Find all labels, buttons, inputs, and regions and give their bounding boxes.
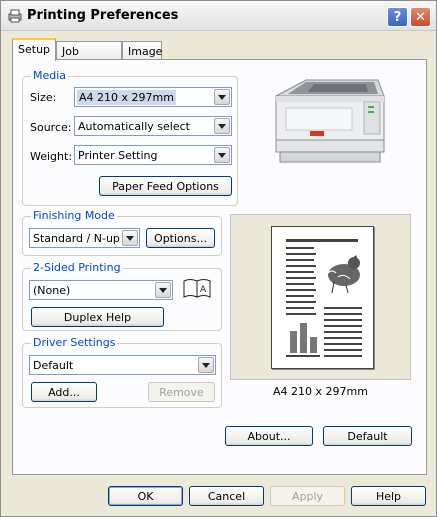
driver-settings-select[interactable]: Default [29,355,216,375]
printer-icon [8,9,22,23]
two-sided-select[interactable]: (None) [29,280,173,300]
chevron-down-icon[interactable] [214,147,230,163]
default-settings-button[interactable]: Default [323,426,412,446]
chevron-down-icon[interactable] [122,230,138,246]
size-select[interactable]: A4 210 x 297mm [74,87,232,107]
window-title: Printing Preferences [27,8,179,23]
preview-paper [271,226,374,369]
svg-text:A: A [200,285,207,295]
weight-select[interactable]: Printer Setting [74,145,232,165]
quail-illustration [327,255,360,294]
two-sided-value: (None) [33,284,71,297]
tab-image[interactable]: Image [122,41,162,61]
paper-feed-options-button[interactable]: Paper Feed Options [99,176,232,196]
apply-button[interactable]: Apply [270,486,345,506]
duplex-book-icon: A [183,279,211,298]
size-label: Size: [30,91,57,104]
duplex-help-button[interactable]: Duplex Help [31,307,164,327]
add-driver-setting-button[interactable]: Add... [31,382,97,402]
driver-settings-value: Default [33,359,74,372]
finishing-mode-label: Finishing Mode [31,209,117,222]
size-select-value: A4 210 x 297mm [77,90,176,105]
help-button[interactable]: Help [351,486,426,506]
chevron-down-icon[interactable] [155,282,171,298]
finishing-mode-value: Standard / N-up [33,232,120,245]
chevron-down-icon[interactable] [214,89,230,105]
source-label: Source: [30,121,72,134]
remove-driver-setting-button[interactable]: Remove [148,382,215,402]
help-title-button[interactable]: ? [387,7,408,27]
weight-label: Weight: [30,150,73,163]
preview-bar-chart [290,323,317,353]
finishing-mode-select[interactable]: Standard / N-up [29,228,140,248]
ok-button[interactable]: OK [108,486,183,506]
chevron-down-icon[interactable] [198,357,214,373]
preview-caption: A4 210 x 297mm [273,385,368,398]
two-sided-printing-label: 2-Sided Printing [31,261,123,274]
page-preview [230,214,411,380]
about-button[interactable]: About... [225,426,313,446]
cancel-button[interactable]: Cancel [189,486,264,506]
preview-page-content [286,239,362,357]
source-select[interactable]: Automatically select [74,116,232,136]
title-bar[interactable]: Printing Preferences ? ✕ [1,1,436,31]
source-select-value: Automatically select [78,120,190,133]
printing-preferences-window: Printing Preferences ? ✕ Setup Job Optio… [0,0,437,517]
tab-job-options[interactable]: Job Options [56,41,122,71]
media-group-label: Media [31,69,69,82]
close-button[interactable]: ✕ [410,7,431,27]
driver-settings-label: Driver Settings [31,336,118,349]
printer-image [275,79,385,163]
finishing-options-button[interactable]: Options... [146,228,215,248]
weight-select-value: Printer Setting [78,149,158,162]
chevron-down-icon[interactable] [214,118,230,134]
tab-setup[interactable]: Setup [12,38,56,61]
